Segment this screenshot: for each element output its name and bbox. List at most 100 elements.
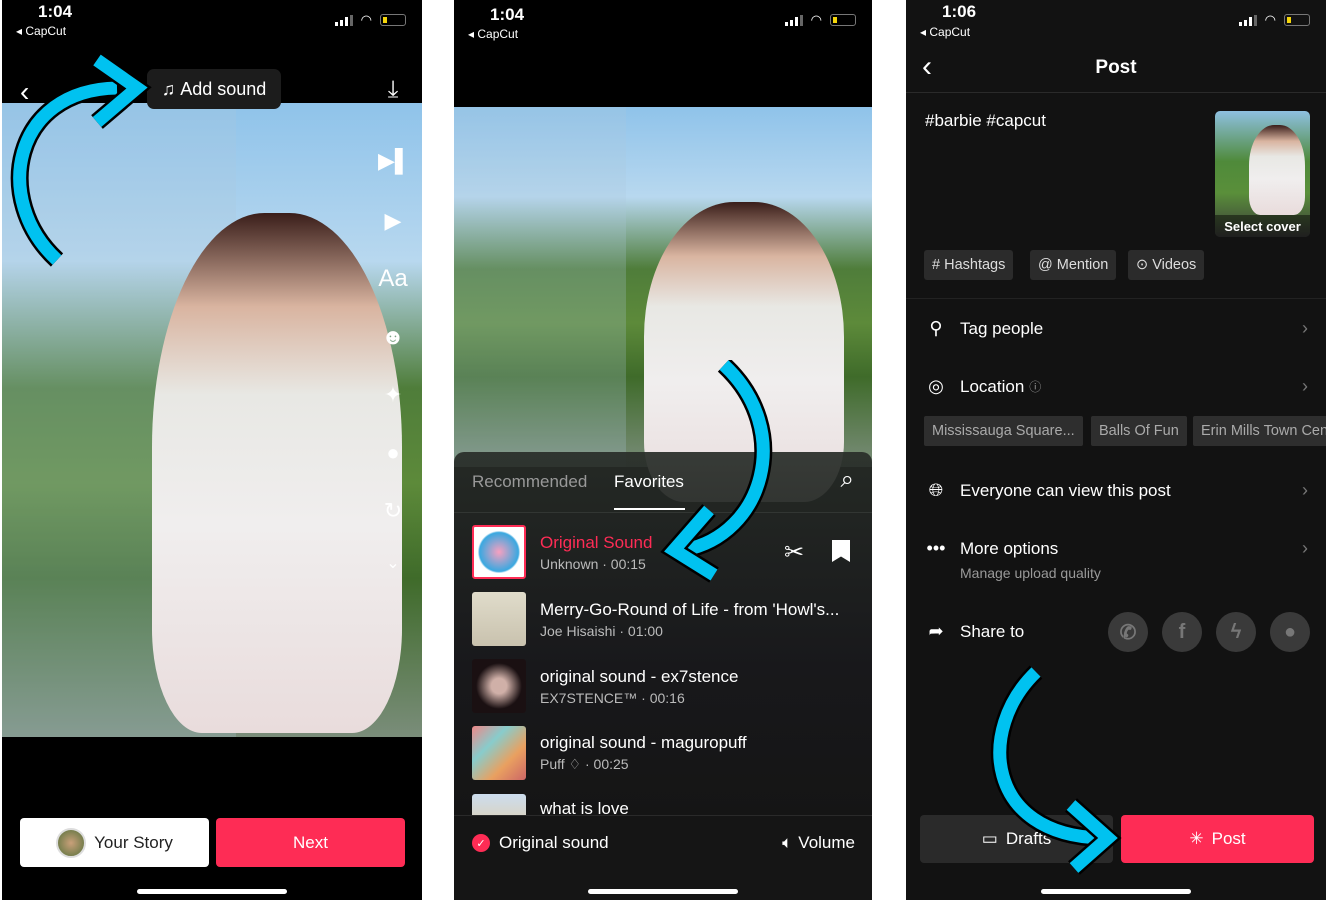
- voice-effect-icon[interactable]: ↻: [378, 498, 408, 524]
- track-thumbnail: [472, 525, 526, 579]
- track-thumbnail: [472, 794, 526, 815]
- your-story-button[interactable]: Your Story: [20, 818, 209, 867]
- more-options-label: More options: [960, 538, 1059, 558]
- chevron-right-icon: ›: [1302, 538, 1308, 558]
- track-thumbnail: [472, 592, 526, 646]
- track-thumbnail: [472, 659, 526, 713]
- volume-button[interactable]: 🔈︎ Volume: [782, 833, 855, 853]
- effects-icon[interactable]: ✦: [378, 382, 408, 408]
- privacy-row[interactable]: 🌐︎ Everyone can view this post ›: [924, 480, 1308, 501]
- location-label: Location: [960, 376, 1025, 396]
- share-to-label: Share to: [960, 621, 1025, 641]
- videos-chip[interactable]: ⊙ Videos: [1128, 250, 1205, 280]
- select-cover-label: Select cover: [1215, 215, 1310, 237]
- videos-label: Videos: [1152, 257, 1197, 273]
- home-indicator: [588, 889, 738, 894]
- templates-icon[interactable]: ▶: [378, 208, 408, 234]
- track-item[interactable]: Original Sound Unknown · 00:15: [472, 525, 652, 579]
- filters-icon[interactable]: ●: [378, 440, 408, 466]
- status-time: 1:06: [942, 2, 977, 21]
- messenger-icon[interactable]: ϟ: [1216, 612, 1256, 652]
- location-suggestion[interactable]: Erin Mills Town Cen: [1193, 416, 1326, 446]
- track-subtitle: Unknown · 00:15: [540, 555, 646, 572]
- select-cover-button[interactable]: Select cover: [1215, 111, 1310, 237]
- track-title: Original Sound: [540, 532, 653, 552]
- status-time: 1:04: [38, 2, 73, 21]
- message-icon[interactable]: ●: [1270, 612, 1310, 652]
- post-button[interactable]: ✳ Post: [1121, 815, 1314, 863]
- next-button[interactable]: Next: [216, 818, 405, 867]
- hashtags-chip[interactable]: # Hashtags: [924, 250, 1014, 280]
- back-app-label: CapCut: [477, 27, 519, 41]
- info-icon: ⓘ: [1029, 380, 1042, 394]
- tag-people-label: Tag people: [960, 318, 1044, 338]
- chevron-down-icon[interactable]: ⌄: [378, 553, 408, 573]
- arrow-annotation: [10, 52, 152, 267]
- person-icon: ⚲: [929, 318, 943, 338]
- battery-icon: [830, 14, 856, 26]
- battery-icon: [380, 14, 406, 26]
- more-dots-icon: •••: [926, 538, 946, 558]
- arrow-annotation: [990, 665, 1122, 875]
- home-indicator: [137, 889, 287, 894]
- tab-recommended[interactable]: Recommended: [472, 472, 587, 492]
- page-title: Post: [1095, 57, 1137, 78]
- track-item[interactable]: Merry-Go-Round of Life - from 'Howl's...…: [472, 592, 839, 646]
- track-subtitle: Joe Hisaishi · 01:00: [540, 622, 663, 639]
- search-icon[interactable]: ⌕: [841, 466, 854, 494]
- original-sound-toggle[interactable]: ✓ Original sound: [472, 833, 609, 853]
- track-item[interactable]: what is love: [472, 794, 629, 815]
- bookmark-icon[interactable]: [832, 540, 850, 562]
- track-subtitle: Puff ♢ · 00:25: [540, 756, 629, 772]
- caption-input[interactable]: #barbie #capcut: [925, 111, 1046, 131]
- edit-clip-icon[interactable]: ▶▌: [378, 148, 411, 174]
- back-app-label: CapCut: [25, 24, 67, 38]
- check-icon: ✓: [472, 834, 490, 852]
- arrow-annotation: [660, 360, 773, 583]
- your-story-label: Your Story: [94, 832, 173, 852]
- status-icons: ◠: [1238, 12, 1310, 28]
- status-time: 1:04: [490, 5, 525, 24]
- track-title: Merry-Go-Round of Life - from 'Howl's...: [540, 599, 840, 619]
- back-app-label: CapCut: [929, 25, 971, 39]
- more-options-row[interactable]: ••• More options ›: [924, 538, 1308, 559]
- text-tool-icon[interactable]: Aa: [378, 265, 408, 293]
- battery-icon: [1284, 14, 1310, 26]
- sound-footer: ✓ Original sound 🔈︎ Volume: [454, 815, 872, 900]
- more-options-subtitle: Manage upload quality: [960, 565, 1101, 581]
- original-sound-label: Original sound: [499, 833, 609, 852]
- mention-chip[interactable]: @ Mention: [1030, 250, 1117, 280]
- whatsapp-icon[interactable]: ✆: [1108, 612, 1148, 652]
- back-to-app[interactable]: ◂ CapCut: [920, 25, 970, 39]
- facebook-icon[interactable]: f: [1162, 612, 1202, 652]
- add-sound-button[interactable]: ♫ Add sound: [147, 69, 281, 109]
- sparkle-icon: ✳: [1189, 829, 1204, 848]
- track-title: original sound - ex7stence: [540, 666, 739, 686]
- avatar: [56, 827, 87, 858]
- add-sound-label: Add sound: [180, 78, 267, 99]
- sticker-icon[interactable]: ☻: [378, 324, 408, 350]
- location-suggestion[interactable]: Mississauga Square...: [924, 416, 1083, 446]
- track-thumbnail: [472, 726, 526, 780]
- globe-icon: 🌐︎: [928, 480, 944, 500]
- tag-people-row[interactable]: ⚲ Tag people ›: [924, 318, 1308, 339]
- location-row[interactable]: ◎ Location ⓘ ›: [924, 376, 1308, 397]
- location-pin-icon: ◎: [928, 376, 944, 396]
- home-indicator: [1041, 889, 1191, 894]
- status-icons: ◠: [784, 12, 856, 28]
- track-title: what is love: [540, 799, 629, 815]
- back-to-app[interactable]: ◂ CapCut: [16, 24, 66, 38]
- location-suggestion[interactable]: Balls Of Fun: [1091, 416, 1187, 446]
- post-label: Post: [1211, 829, 1246, 848]
- back-to-app[interactable]: ◂ CapCut: [468, 27, 518, 41]
- privacy-label: Everyone can view this post: [960, 480, 1171, 500]
- track-item[interactable]: original sound - ex7stence EX7STENCE™ · 0…: [472, 659, 738, 713]
- download-icon[interactable]: ⤓: [378, 76, 408, 104]
- chevron-right-icon: ›: [1302, 480, 1308, 500]
- status-icons: ◠: [334, 12, 406, 28]
- track-item[interactable]: original sound - maguropuff Puff ♢ · 00:2…: [472, 726, 747, 780]
- speaker-icon: 🔈︎: [782, 833, 793, 852]
- track-subtitle: EX7STENCE™ · 00:16: [540, 689, 685, 706]
- share-arrow-icon: ➦: [928, 621, 944, 641]
- chevron-right-icon: ›: [1302, 376, 1308, 396]
